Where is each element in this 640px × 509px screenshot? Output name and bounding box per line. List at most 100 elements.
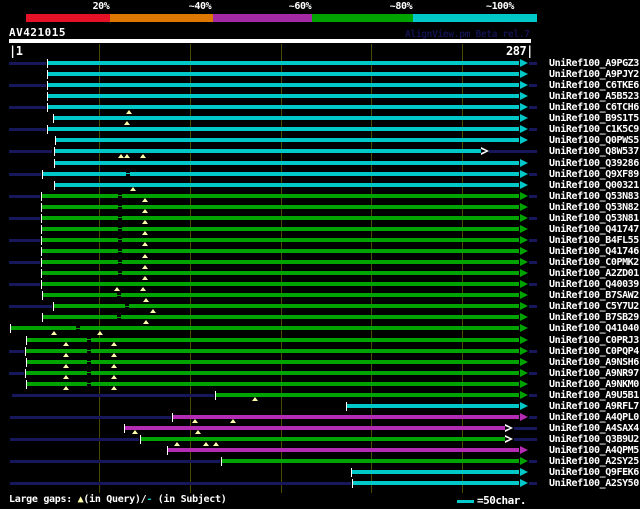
alignment-bar[interactable] — [42, 227, 519, 231]
alignment-bar[interactable] — [347, 404, 519, 408]
alignment-bar[interactable] — [222, 459, 519, 463]
row-label[interactable]: UniRef100_A9PGZ3 — [549, 58, 639, 69]
row-label[interactable]: UniRef100_Q40039 — [549, 279, 639, 290]
row-label[interactable]: UniRef100_Q3B9U2 — [549, 434, 639, 445]
subject-gap-dash-line — [87, 372, 91, 373]
alignment-bar[interactable] — [55, 161, 519, 165]
alignment-arrowhead — [520, 280, 528, 288]
row-label[interactable]: UniRef100_Q00321 — [549, 180, 639, 191]
alignment-bar[interactable] — [42, 238, 519, 242]
subject-overhang-right — [529, 283, 537, 286]
alignview-canvas: 20%~40%~60%~80%~100% AV421015 AlignView.… — [0, 0, 640, 509]
row-label[interactable]: UniRef100_Q8W537 — [549, 146, 639, 157]
subject-overhang-right — [514, 438, 537, 441]
alignment-arrowhead — [520, 269, 528, 277]
alignment-bar[interactable] — [48, 61, 519, 65]
subject-gap-dash-line — [117, 295, 121, 296]
alignment-bar[interactable] — [173, 415, 519, 419]
alignment-row: UniRef100_C1K5C9 — [0, 124, 640, 135]
alignment-bar[interactable] — [11, 326, 519, 330]
alignment-arrowhead — [520, 103, 528, 111]
alignment-bar[interactable] — [42, 260, 519, 264]
alignment-bar[interactable] — [26, 349, 519, 353]
alignment-row: UniRef100_A4QPL0 — [0, 412, 640, 423]
row-label[interactable]: UniRef100_A4SAX4 — [549, 423, 639, 434]
alignment-arrowhead — [520, 468, 528, 476]
row-label[interactable]: UniRef100_C1K5C9 — [549, 124, 639, 135]
alignment-bar[interactable] — [27, 360, 519, 364]
row-label[interactable]: UniRef100_C0PRJ3 — [549, 335, 639, 346]
alignment-bar[interactable] — [42, 282, 519, 286]
alignment-arrowhead — [520, 302, 528, 310]
alignment-bar[interactable] — [352, 470, 519, 474]
row-label[interactable]: UniRef100_A5B523 — [549, 91, 639, 102]
row-label[interactable]: UniRef100_Q53N81 — [549, 213, 639, 224]
alignment-bar[interactable] — [43, 172, 519, 176]
alignment-bar[interactable] — [48, 94, 519, 98]
alignment-bar[interactable] — [42, 194, 519, 198]
subject-gap-dash-line — [118, 206, 122, 207]
alignment-arrowhead-open-inner — [505, 426, 510, 430]
row-label[interactable]: UniRef100_C6TKE6 — [549, 80, 639, 91]
alignment-bar[interactable] — [42, 205, 519, 209]
alignment-bar[interactable] — [54, 116, 519, 120]
row-label[interactable]: UniRef100_Q0PWS5 — [549, 135, 639, 146]
row-label[interactable]: UniRef100_C5Y7U2 — [549, 301, 639, 312]
alignment-row: UniRef100_Q8W537 — [0, 146, 640, 157]
alignment-bar[interactable] — [42, 216, 519, 220]
row-label[interactable]: UniRef100_A9NSH6 — [549, 357, 639, 368]
subject-gap-dash-line — [87, 350, 91, 351]
row-label[interactable]: UniRef100_Q41747 — [549, 224, 639, 235]
alignment-bar[interactable] — [55, 183, 519, 187]
row-label[interactable]: UniRef100_Q9FEK6 — [549, 467, 639, 478]
alignment-bar[interactable] — [353, 481, 519, 485]
subject-gap-dash — [87, 360, 91, 364]
alignment-bar[interactable] — [141, 437, 505, 441]
row-label[interactable]: UniRef100_A2ZD01 — [549, 268, 639, 279]
alignment-row: UniRef100_Q3B9U2 — [0, 434, 640, 445]
alignment-bar[interactable] — [48, 72, 519, 76]
alignment-bar[interactable] — [48, 127, 519, 131]
row-label[interactable]: UniRef100_A9RFL7 — [549, 401, 639, 412]
row-label[interactable]: UniRef100_A9NR97 — [549, 368, 639, 379]
alignment-bar[interactable] — [43, 293, 519, 297]
row-label[interactable]: UniRef100_Q41040 — [549, 323, 639, 334]
row-label[interactable]: UniRef100_C0PMK2 — [549, 257, 639, 268]
row-label[interactable]: UniRef100_B9S1T5 — [549, 113, 639, 124]
alignment-bar[interactable] — [55, 149, 481, 153]
alignment-bar[interactable] — [43, 315, 519, 319]
alignment-bar[interactable] — [48, 105, 519, 109]
row-label[interactable]: UniRef100_Q39286 — [549, 158, 639, 169]
row-label[interactable]: UniRef100_A4QPM5 — [549, 445, 639, 456]
row-label[interactable]: UniRef100_Q41746 — [549, 246, 639, 257]
row-label[interactable]: UniRef100_C0PQP4 — [549, 346, 639, 357]
row-label[interactable]: UniRef100_A2SY50 — [549, 478, 639, 489]
alignment-rows: UniRef100_A9PGZ3UniRef100_A9PJY2UniRef10… — [0, 0, 640, 509]
row-label[interactable]: UniRef100_A9PJY2 — [549, 69, 639, 80]
alignment-bar[interactable] — [26, 371, 519, 375]
row-label[interactable]: UniRef100_C6TCH6 — [549, 102, 639, 113]
subject-overhang-right — [529, 195, 537, 198]
row-label[interactable]: UniRef100_Q53N83 — [549, 191, 639, 202]
row-label[interactable]: UniRef100_A9NKM0 — [549, 379, 639, 390]
row-label[interactable]: UniRef100_A4QPL0 — [549, 412, 639, 423]
alignment-row: UniRef100_A9U5B1 — [0, 390, 640, 401]
row-label[interactable]: UniRef100_B7SB29 — [549, 312, 639, 323]
alignment-bar[interactable] — [48, 83, 519, 87]
alignment-bar[interactable] — [54, 304, 519, 308]
alignment-bar[interactable] — [56, 138, 519, 142]
row-label[interactable]: UniRef100_A9U5B1 — [549, 390, 639, 401]
row-label[interactable]: UniRef100_B7SAW2 — [549, 290, 639, 301]
row-label[interactable]: UniRef100_Q53N82 — [549, 202, 639, 213]
alignment-row: UniRef100_A4SAX4 — [0, 423, 640, 434]
row-label[interactable]: UniRef100_Q9XF89 — [549, 169, 639, 180]
alignment-bar[interactable] — [27, 382, 519, 386]
alignment-bar[interactable] — [42, 249, 519, 253]
alignment-bar[interactable] — [27, 338, 519, 342]
alignment-bar[interactable] — [125, 426, 505, 430]
row-label[interactable]: UniRef100_A2SY25 — [549, 456, 639, 467]
alignment-bar[interactable] — [216, 393, 519, 397]
alignment-bar[interactable] — [168, 448, 519, 452]
alignment-bar[interactable] — [42, 271, 519, 275]
row-label[interactable]: UniRef100_B4FL55 — [549, 235, 639, 246]
